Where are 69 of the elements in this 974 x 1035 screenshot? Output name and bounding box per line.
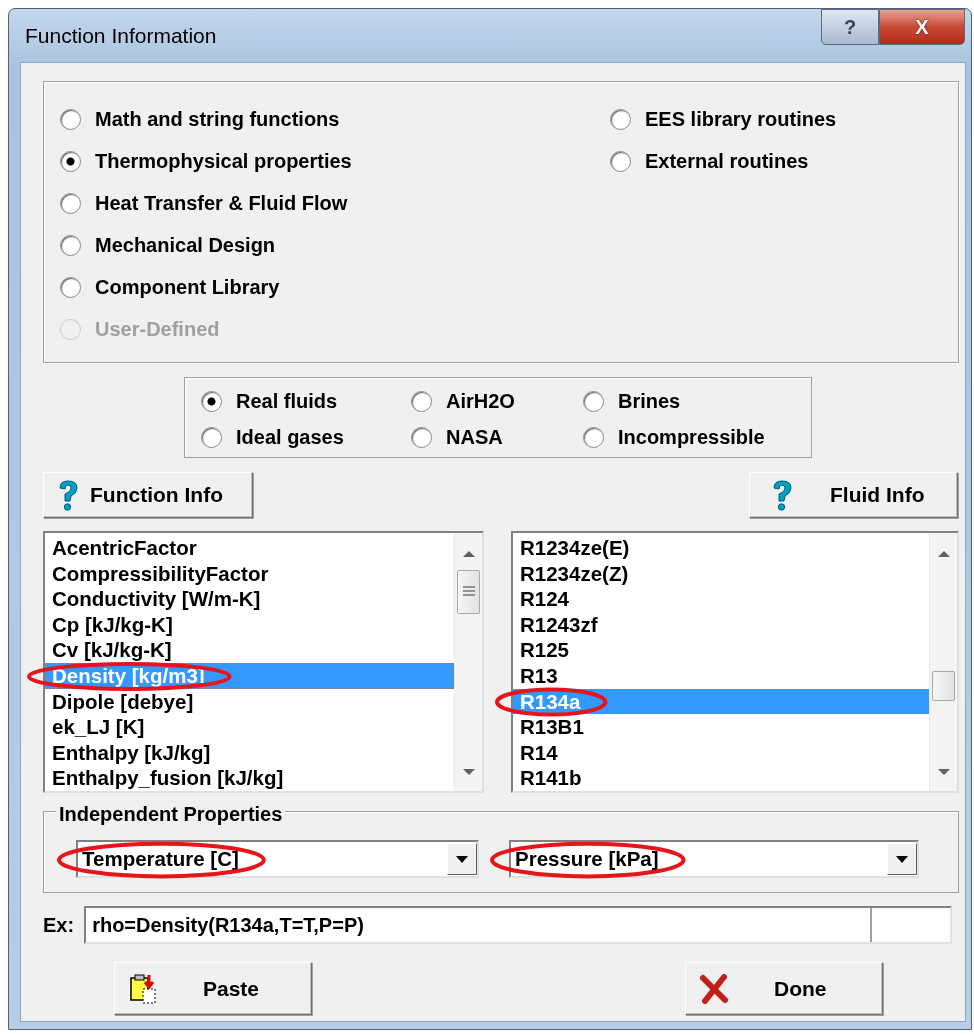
clipboard-icon	[129, 972, 157, 1005]
done-button[interactable]: Done	[685, 962, 883, 1015]
scroll-down-icon	[937, 767, 951, 777]
radio-button[interactable]	[60, 276, 81, 298]
dropdown-field[interactable]: Pressure [kPa]	[509, 840, 919, 878]
radio-label[interactable]: Heat Transfer & Fluid Flow	[95, 188, 348, 218]
scroll-thumb[interactable]	[457, 570, 480, 614]
help-button[interactable]: ?	[821, 9, 879, 45]
radio-button[interactable]	[610, 108, 631, 130]
list-item[interactable]: AcentricFactor	[45, 535, 454, 561]
radio-label[interactable]: External routines	[645, 146, 809, 176]
radio-label[interactable]: Component Library	[95, 272, 280, 302]
radio-label[interactable]: AirH2O	[446, 386, 515, 416]
radio-button[interactable]	[411, 426, 432, 448]
list-item[interactable]: R14	[513, 739, 929, 766]
radio-button[interactable]	[60, 234, 81, 256]
radio-button[interactable]	[60, 150, 81, 172]
close-button[interactable]: X	[879, 9, 965, 45]
radio-label[interactable]: Incompressible	[618, 422, 765, 452]
scroll-up-icon	[462, 549, 476, 559]
radio-label[interactable]: EES library routines	[645, 104, 837, 134]
list-item[interactable]: R124	[513, 586, 929, 612]
list-item[interactable]: Enthalpy [kJ/kg]	[45, 739, 454, 766]
list-item[interactable]: R1234ze(E)	[513, 535, 929, 561]
list-item[interactable]: Dipole [debye]	[45, 688, 454, 715]
radio-button[interactable]	[201, 390, 222, 412]
radio-label[interactable]: Brines	[618, 386, 681, 416]
list-item[interactable]: Enthalpy_fusion [kJ/kg]	[45, 765, 454, 791]
radio-button[interactable]	[583, 426, 604, 448]
radio-label[interactable]: NASA	[446, 422, 503, 452]
list-item[interactable]: Conductivity [W/m-K]	[45, 586, 454, 612]
radio-button[interactable]	[583, 390, 604, 412]
dropdown-field[interactable]: Temperature [C]	[76, 840, 479, 878]
cross-icon	[700, 973, 728, 1004]
scroll-thumb[interactable]	[932, 671, 955, 701]
list-item[interactable]: Cv [kJ/kg-K]	[45, 637, 454, 663]
scroll-up-icon	[937, 549, 951, 559]
window-title: Function Information	[24, 23, 217, 50]
field-label: Ex:	[43, 913, 75, 938]
radio-button[interactable]	[610, 150, 631, 172]
radio-label[interactable]: Thermophysical properties	[95, 146, 352, 176]
scroll-down-icon	[462, 767, 476, 777]
scrollbar[interactable]	[454, 533, 482, 791]
radio-label[interactable]: Math and string functions	[95, 104, 340, 134]
list-item[interactable]: R13B1	[513, 714, 929, 740]
list-item[interactable]: ek_LJ [K]	[45, 714, 454, 740]
list-item[interactable]: Cp [kJ/kg-K]	[45, 611, 454, 638]
help-icon	[770, 479, 794, 511]
list-item[interactable]: R141b	[513, 765, 929, 791]
radio-label[interactable]: Real fluids	[236, 386, 338, 416]
dropdown-arrow-icon	[455, 854, 469, 864]
paste-button[interactable]: Paste	[114, 962, 312, 1015]
dropdown-arrow-icon	[895, 854, 909, 864]
radio-button[interactable]	[411, 390, 432, 412]
radio-button[interactable]	[60, 108, 81, 130]
list-item[interactable]: CompressibilityFactor	[45, 560, 454, 587]
function-info-button[interactable]: Function Info	[43, 472, 253, 518]
radio-label[interactable]: Mechanical Design	[95, 230, 276, 260]
help-icon	[56, 479, 80, 511]
scrollbar[interactable]	[929, 533, 957, 791]
fluid-info-button[interactable]: Fluid Info	[749, 472, 958, 518]
example-field[interactable]: rho=Density(R134a,T=T,P=P)	[84, 906, 953, 944]
radio-button[interactable]	[60, 192, 81, 214]
list-item[interactable]: R13	[513, 662, 929, 689]
radio-label[interactable]: Ideal gases	[236, 422, 344, 452]
list-item[interactable]: R1234ze(Z)	[513, 560, 929, 587]
list-item[interactable]: R1243zf	[513, 611, 929, 638]
list-item[interactable]: R125	[513, 637, 929, 663]
radio-button[interactable]	[201, 426, 222, 448]
